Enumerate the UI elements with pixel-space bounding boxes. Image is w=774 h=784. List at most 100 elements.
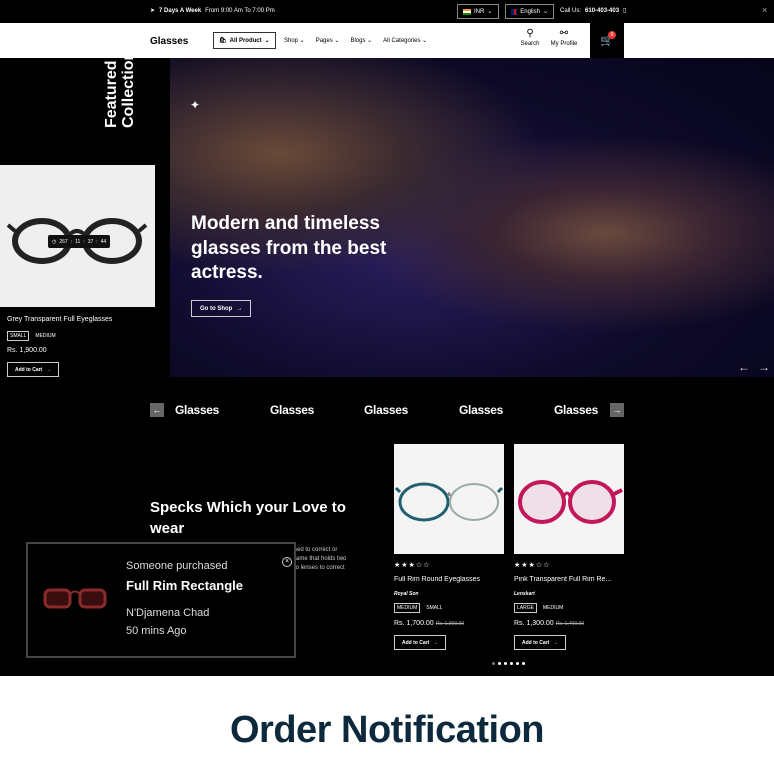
chevron-down-icon: ⌄ (487, 9, 493, 15)
pagination-dot[interactable] (492, 662, 495, 665)
cart-button[interactable]: 🛒 0 (590, 23, 624, 58)
brand-logo[interactable]: Glasses (270, 403, 314, 417)
brand-next-arrow-icon[interactable]: → (610, 403, 624, 417)
bag-icon: 🛍 (219, 38, 227, 44)
hero-title: Modern and timeless glasses from the bes… (191, 213, 387, 284)
price-value: Rs. 1,700.00 (394, 620, 434, 627)
clock-icon: ◷ (52, 238, 57, 245)
timer-hours: 11 (75, 238, 81, 245)
add-to-cart-button[interactable]: Add to Cart → (394, 635, 447, 650)
nav-menu: Shop Pages Blogs All Categories (284, 37, 427, 44)
nav-item-pages[interactable]: Pages (316, 37, 340, 44)
featured-product-image[interactable]: ◷ 267: 11: 37: 44 (0, 165, 155, 307)
slider-next-icon[interactable]: → (758, 360, 770, 374)
order-notification-popup: × Someone purchased Full Rim Rectangle N… (26, 542, 296, 658)
size-option[interactable]: MEDIUM (394, 603, 421, 613)
chevron-down-icon: ⌄ (542, 9, 548, 15)
logo[interactable]: Glasses (150, 36, 188, 47)
call-number: 610-403-403 (585, 7, 620, 14)
brand-carousel: ← Glasses Glasses Glasses Glasses Glasse… (150, 403, 624, 419)
brand-logo[interactable]: Glasses (459, 403, 503, 417)
compare-price: Rs. 1,400.00 (555, 621, 585, 627)
popup-product-name[interactable]: Full Rim Rectangle (126, 578, 243, 593)
product-image[interactable] (514, 444, 624, 554)
user-icon: ⚯ (559, 28, 569, 39)
popup-time: 50 mins Ago (126, 625, 187, 637)
product-vendor: Lenskart (514, 591, 535, 597)
featured-heading-line1: Featured (103, 60, 120, 128)
language-select[interactable]: English ⌄ (505, 4, 554, 19)
brand-logo[interactable]: Glasses (175, 403, 219, 417)
timer-seconds: 44 (100, 238, 107, 245)
promo-bold: 7 Days A Week (159, 7, 202, 14)
go-to-shop-button[interactable]: Go to Shop → (191, 300, 252, 317)
promo-hours: From 9:00 Am To 7:00 Pm (205, 7, 275, 14)
featured-size-options: SMALL MEDIUM (7, 331, 58, 341)
desc-line: rame that holds two (294, 556, 347, 562)
all-product-dropdown[interactable]: 🛍 All Product ⌄ (213, 32, 276, 49)
size-option[interactable]: MEDIUM (33, 332, 57, 340)
cart-count-badge: 0 (608, 31, 616, 39)
product-title[interactable]: Full Rim Round Eyeglasses (394, 576, 506, 583)
call-us[interactable]: Call Us: 610-403-403 ▯ (560, 7, 627, 15)
popup-purchase-text: Someone purchased (126, 560, 228, 572)
brand-logo[interactable]: Glasses (554, 403, 598, 417)
pagination-dot[interactable] (498, 662, 501, 665)
profile-button[interactable]: ⚯ My Profile (548, 28, 580, 47)
eyeglasses-image (43, 588, 107, 609)
brand-prev-arrow-icon[interactable]: ← (150, 403, 164, 417)
featured-add-to-cart-button[interactable]: Add to Cart → (7, 362, 60, 377)
add-to-cart-button[interactable]: Add to Cart → (514, 635, 567, 650)
size-option[interactable]: SMALL (7, 331, 30, 341)
pagination-dot[interactable] (522, 662, 525, 665)
add-to-cart-label: Add to Cart (15, 366, 43, 373)
product-image[interactable] (394, 444, 504, 554)
close-icon[interactable]: × (762, 5, 767, 15)
specks-heading: Specks Which your Love to wear (150, 499, 346, 537)
pagination-dot[interactable] (516, 662, 519, 665)
phone-icon: ▯ (623, 8, 627, 14)
rating-stars: ★★★☆☆ (394, 562, 431, 569)
sparkle-icon: ✦ (190, 98, 201, 112)
nav-item-blogs[interactable]: Blogs (350, 37, 372, 44)
pagination-dot[interactable] (510, 662, 513, 665)
currency-select[interactable]: INR ⌄ (457, 4, 499, 19)
paper-plane-icon: ➤ (150, 8, 156, 14)
specks-description: sed to correct or rame that holds two to… (294, 546, 364, 573)
hero-banner: ✦ Modern and timeless glasses from the b… (170, 58, 774, 377)
size-option[interactable]: LARGE (514, 603, 537, 613)
desc-line: to lenses to correct (294, 565, 345, 571)
product-price: Rs. 1,300.00 Rs. 1,400.00 (514, 620, 584, 627)
compare-price: Rs. 1,900.00 (435, 621, 465, 627)
currency-value: INR (474, 8, 485, 15)
featured-product-title[interactable]: Grey Transparent Full Eyeglasses (7, 316, 112, 323)
eyeglasses-image (518, 480, 623, 524)
popup-location: N'Djamena Chad (126, 607, 210, 619)
countdown-timer: ◷ 267: 11: 37: 44 (48, 235, 111, 248)
pagination-dot[interactable] (504, 662, 507, 665)
price-value: Rs. 1,300.00 (514, 620, 554, 627)
caption-title: Order Notification (229, 709, 545, 751)
featured-price: Rs. 1,900.00 (7, 347, 47, 354)
all-product-label: All Product (229, 37, 262, 44)
close-icon[interactable]: × (282, 557, 292, 567)
add-to-cart-label: Add to Cart (522, 639, 550, 646)
brand-logo[interactable]: Glasses (364, 403, 408, 417)
promo-banner: ➤ 7 Days A Week From 9:00 Am To 7:00 Pm (150, 7, 275, 15)
search-label: Search (520, 41, 540, 47)
search-button[interactable]: ⚲ Search (515, 28, 545, 47)
size-option[interactable]: MEDIUM (541, 604, 565, 612)
timer-days: 267 (59, 238, 68, 245)
size-options: MEDIUM SMALL (394, 603, 445, 613)
language-value: English (520, 8, 540, 15)
search-icon: ⚲ (526, 28, 534, 39)
timer-minutes: 37 (87, 238, 94, 245)
top-bar: ➤ 7 Days A Week From 9:00 Am To 7:00 Pm … (0, 0, 774, 23)
arrow-right-icon: → (433, 639, 439, 646)
size-option[interactable]: SMALL (424, 604, 444, 612)
slider-prev-icon[interactable]: ← (738, 360, 750, 374)
nav-item-all-categories[interactable]: All Categories (383, 37, 427, 44)
product-vendor: Royal Son (394, 591, 419, 597)
nav-item-shop[interactable]: Shop (284, 37, 305, 44)
product-title[interactable]: Pink Transparent Full Rim Re... (514, 576, 626, 583)
